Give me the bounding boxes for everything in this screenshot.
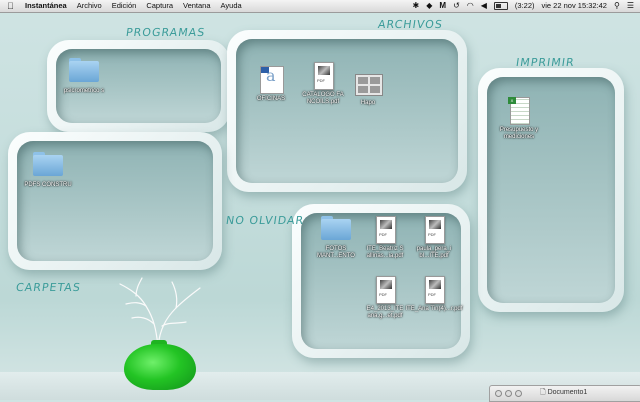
antivirus-icon[interactable]: M: [439, 0, 446, 12]
battery-time[interactable]: (3:22): [515, 0, 535, 12]
apple-menu-icon[interactable]: : [7, 0, 14, 12]
battery-icon[interactable]: [493, 2, 508, 10]
desktop-icon-psicrometricos[interactable]: psicrometrico s: [54, 56, 114, 95]
list-icon[interactable]: ☰: [627, 0, 634, 12]
icon-label: OFICINAS: [256, 96, 286, 102]
icon-label: Hapo: [360, 100, 376, 106]
label-imprimir: IMPRIMIR: [515, 56, 576, 69]
icon-label: paula_pera_i bI...ITE.pdf: [416, 246, 452, 259]
desktop-icon-pdfs-constru[interactable]: PDFS CONSTRU: [18, 150, 78, 189]
menu-ventana[interactable]: Ventana: [183, 0, 211, 12]
icon-label: psicrometrico s: [63, 88, 105, 94]
menu-items: Instantánea Archivo Edición Captura Vent…: [25, 0, 242, 12]
pdf-icon: PDF: [425, 216, 445, 244]
menu-bar:  Instantánea Archivo Edición Captura Ve…: [0, 0, 640, 13]
label-archivos: ARCHIVOS: [377, 18, 444, 31]
bluetooth-icon[interactable]: ✱: [413, 0, 420, 12]
icon-label: ITE_Ana Tin(4)...r.pdf: [405, 306, 463, 312]
pdf-icon: PDF: [314, 62, 334, 90]
frame-archivos: [227, 30, 467, 192]
pdf-icon: PDF: [376, 216, 396, 244]
minimize-button-icon[interactable]: [505, 390, 512, 397]
green-vase: [124, 344, 196, 390]
folder-icon: [321, 216, 351, 240]
volume-icon[interactable]: ◀: [481, 0, 487, 12]
label-no-olvidar: NO OLVIDAR: [225, 214, 306, 227]
folder-icon: [69, 58, 99, 82]
wifi-icon[interactable]: ◠: [467, 0, 474, 12]
desktop-icon-paula[interactable]: PDF paula_pera_i bI...ITE.pdf: [404, 216, 464, 260]
desktop-icon-hapo[interactable]: Hapo: [338, 70, 398, 107]
zoom-button-icon[interactable]: [515, 390, 522, 397]
time-machine-icon[interactable]: ↺: [453, 0, 460, 12]
menu-clock[interactable]: vie 22 nov 15:32:42: [542, 0, 607, 12]
pdf-icon: PDF: [376, 276, 396, 304]
window-title: 🗋 Documento1: [540, 386, 587, 400]
image-icon: [355, 74, 383, 96]
icon-label: PDFS CONSTRU: [24, 182, 72, 188]
close-button-icon[interactable]: [495, 390, 502, 397]
document-icon: 🗋: [540, 389, 546, 396]
spotlight-icon[interactable]: ⚲: [614, 0, 620, 12]
label-programas: PROGRAMAS: [125, 26, 207, 39]
branches-decoration: [119, 277, 201, 347]
status-area: ✱ ◆ M ↺ ◠ ◀ (3:22) vie 22 nov 15:32:42 ⚲…: [413, 0, 634, 12]
menu-edicion[interactable]: Edición: [112, 0, 137, 12]
label-carpetas: CARPETAS: [15, 281, 82, 294]
window-title-text: Documento1: [547, 389, 588, 396]
spreadsheet-icon: X: [508, 97, 530, 125]
pdf-icon: PDF: [425, 276, 445, 304]
word-document-icon: a: [260, 66, 284, 94]
desktop-icon-presupuesto[interactable]: X Presupuesto y mediciones: [489, 97, 549, 141]
icon-label: Presupuesto y mediciones: [499, 127, 539, 140]
desktop-icon-oficinas[interactable]: a OFICINAS: [241, 66, 301, 103]
document-window-titlebar[interactable]: 🗋 Documento1: [489, 385, 640, 402]
menu-ayuda[interactable]: Ayuda: [221, 0, 242, 12]
menu-captura[interactable]: Captura: [146, 0, 173, 12]
dropbox-icon[interactable]: ◆: [426, 0, 432, 12]
menu-app-name[interactable]: Instantánea: [25, 0, 67, 12]
desktop-icon-ite-ana[interactable]: PDF ITE_Ana Tin(4)...r.pdf: [404, 276, 464, 313]
window-controls: [495, 390, 522, 397]
menu-archivo[interactable]: Archivo: [77, 0, 102, 12]
folder-icon: [33, 152, 63, 176]
